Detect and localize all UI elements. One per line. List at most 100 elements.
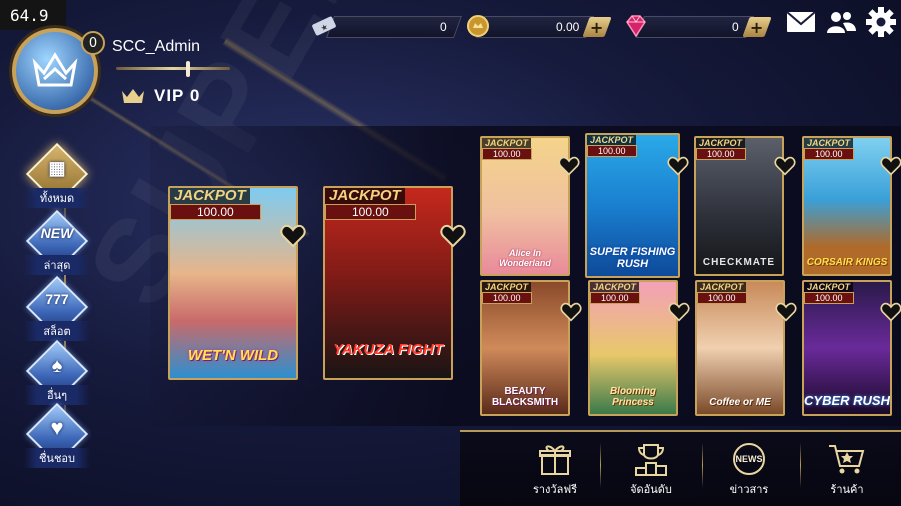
nav-item-all[interactable]: ▦ ทั้งหมด (24, 142, 90, 208)
favorite-heart-icon[interactable] (280, 224, 306, 248)
tab-label: จัดอันดับ (630, 483, 672, 496)
nav-label: ทั้งหมด (24, 188, 90, 208)
game-card-blooming-princess[interactable]: JACKPOT 100.00 Blooming Princess (588, 280, 678, 416)
game-card-super-fishing[interactable]: JACKPOT 100.00 SUPER FISHING RUSH (585, 133, 680, 278)
favorite-heart-icon[interactable] (880, 302, 901, 322)
trophy-icon (631, 440, 671, 478)
game-card-beauty-blacksmith[interactable]: JACKPOT 100.00 BEAUTY BLACKSMITH (480, 280, 570, 416)
level-badge: 0 (81, 31, 105, 55)
tab-label: ข่าวสาร (729, 483, 769, 496)
coin-value: 0.00 (555, 20, 579, 34)
favorite-heart-icon[interactable] (775, 302, 797, 322)
game-logo: YAKUZA FIGHT (333, 341, 443, 358)
cards-icon: ♠ (51, 355, 63, 377)
jackpot-amount: 100.00 (696, 148, 746, 160)
xp-bar (116, 67, 230, 70)
crown-icon (122, 89, 144, 103)
nav-label: ล่าสุด (24, 255, 90, 275)
game-logo: Blooming Princess (609, 386, 657, 408)
grid-icon: ▦ (48, 158, 66, 178)
jackpot-amount: 100.00 (325, 204, 416, 220)
slot-777-icon: 777 (45, 291, 69, 307)
favorite-heart-icon[interactable] (558, 156, 580, 176)
nav-label: ชื่นชอบ (24, 448, 90, 468)
tab-label: ร้านค้า (830, 483, 864, 496)
jackpot-label: JACKPOT (804, 138, 854, 148)
username: SCC_Admin (112, 38, 201, 55)
jackpot-amount: 100.00 (482, 148, 532, 160)
game-logo: CORSAIR KINGS (806, 257, 888, 268)
game-logo: SUPER FISHING RUSH (589, 246, 676, 270)
nav-item-other[interactable]: ♠ อื่นๆ (24, 339, 90, 405)
mail-icon[interactable] (785, 6, 817, 38)
settings-icon[interactable] (865, 6, 897, 38)
new-icon: NEW (40, 225, 74, 241)
game-card-wet-n-wild[interactable]: JACKPOT 100.00 WET'N WILD (168, 186, 298, 380)
jackpot-label: JACKPOT (587, 135, 637, 145)
bottom-menu-bar: รางวัลฟรี จัดอันดับ NEWS ข่าวสาร ร้านค้า (460, 430, 901, 506)
game-card-coffee-or-me[interactable]: JACKPOT 100.00 Coffee or ME (695, 280, 785, 416)
favorite-heart-icon[interactable] (668, 302, 690, 322)
jackpot-label: JACKPOT (170, 188, 250, 204)
jackpot-label: JACKPOT (482, 282, 532, 292)
game-card-corsair-kings[interactable]: JACKPOT 100.00 CORSAIR KINGS (802, 136, 892, 276)
jackpot-label: JACKPOT (804, 282, 854, 292)
jackpot-amount: 100.00 (697, 292, 747, 304)
tab-shop[interactable]: ร้านค้า (802, 440, 892, 502)
nav-item-favorite[interactable]: ♥ ชื่นชอบ (24, 402, 90, 468)
jackpot-label: JACKPOT (325, 188, 405, 204)
favorite-heart-icon[interactable] (667, 156, 689, 176)
game-card-cyber-rush[interactable]: JACKPOT 100.00 CYBER RUSH (802, 280, 892, 416)
news-icon: NEWS (729, 440, 769, 478)
jackpot-amount: 100.00 (804, 148, 854, 160)
game-logo: WET'N WILD (187, 347, 279, 364)
tab-ranking[interactable]: จัดอันดับ (606, 440, 696, 502)
favorite-heart-icon[interactable] (880, 156, 901, 176)
game-logo: BEAUTY BLACKSMITH (491, 386, 559, 408)
tab-divider (600, 442, 601, 488)
game-logo: Alice In Wonderland (499, 248, 551, 268)
game-logo: CYBER RUSH (804, 393, 890, 408)
jackpot-label: JACKPOT (696, 138, 746, 148)
favorite-heart-icon[interactable] (774, 156, 796, 176)
jackpot-amount: 100.00 (587, 145, 637, 157)
vip-status[interactable]: VIP 0 (120, 86, 200, 106)
jackpot-amount: 100.00 (482, 292, 532, 304)
tab-news[interactable]: NEWS ข่าวสาร (704, 440, 794, 502)
nav-item-new[interactable]: NEW ล่าสุด (24, 209, 90, 275)
favorite-heart-icon[interactable] (560, 302, 582, 322)
jackpot-amount: 100.00 (590, 292, 640, 304)
jackpot-label: JACKPOT (482, 138, 532, 148)
gem-balance[interactable]: 0 + (626, 14, 772, 40)
vip-label: VIP 0 (154, 86, 201, 105)
nav-item-slot[interactable]: 777 สล็อต (24, 275, 90, 341)
jackpot-label: JACKPOT (697, 282, 747, 292)
gem-icon (622, 12, 650, 40)
gift-icon (535, 440, 575, 478)
nav-label: สล็อต (24, 321, 90, 341)
coin-balance[interactable]: 0.00 + (467, 14, 612, 40)
friends-icon[interactable] (825, 6, 857, 38)
tab-divider (800, 442, 801, 488)
game-card-yakuza-fight[interactable]: JACKPOT 100.00 YAKUZA FIGHT (323, 186, 453, 380)
jackpot-label: JACKPOT (590, 282, 640, 292)
jackpot-amount: 100.00 (170, 204, 261, 220)
ticket-icon: ★ (310, 12, 338, 40)
jackpot-amount: 100.00 (804, 292, 854, 304)
favorite-heart-icon[interactable] (440, 224, 466, 248)
xp-bar-marker (186, 61, 190, 77)
tab-label: รางวัลฟรี (532, 483, 578, 496)
game-logo: CHECKMATE (702, 257, 776, 268)
game-card-checkmate[interactable]: JACKPOT 100.00 CHECKMATE (694, 136, 784, 276)
crown-avatar-icon (32, 52, 78, 87)
tab-free-rewards[interactable]: รางวัลฟรี (510, 440, 600, 502)
game-logo: Coffee or ME (709, 397, 771, 408)
news-icon-text: NEWS (733, 443, 765, 475)
tab-divider (702, 442, 703, 488)
game-card-alice[interactable]: JACKPOT 100.00 Alice In Wonderland (480, 136, 570, 276)
gem-value: 0 (732, 20, 739, 34)
fps-counter: 64.9 (0, 0, 66, 30)
heart-icon: ♥ (50, 415, 64, 440)
ticket-balance[interactable]: ★ 0 (312, 14, 463, 40)
coin-icon (464, 12, 492, 40)
